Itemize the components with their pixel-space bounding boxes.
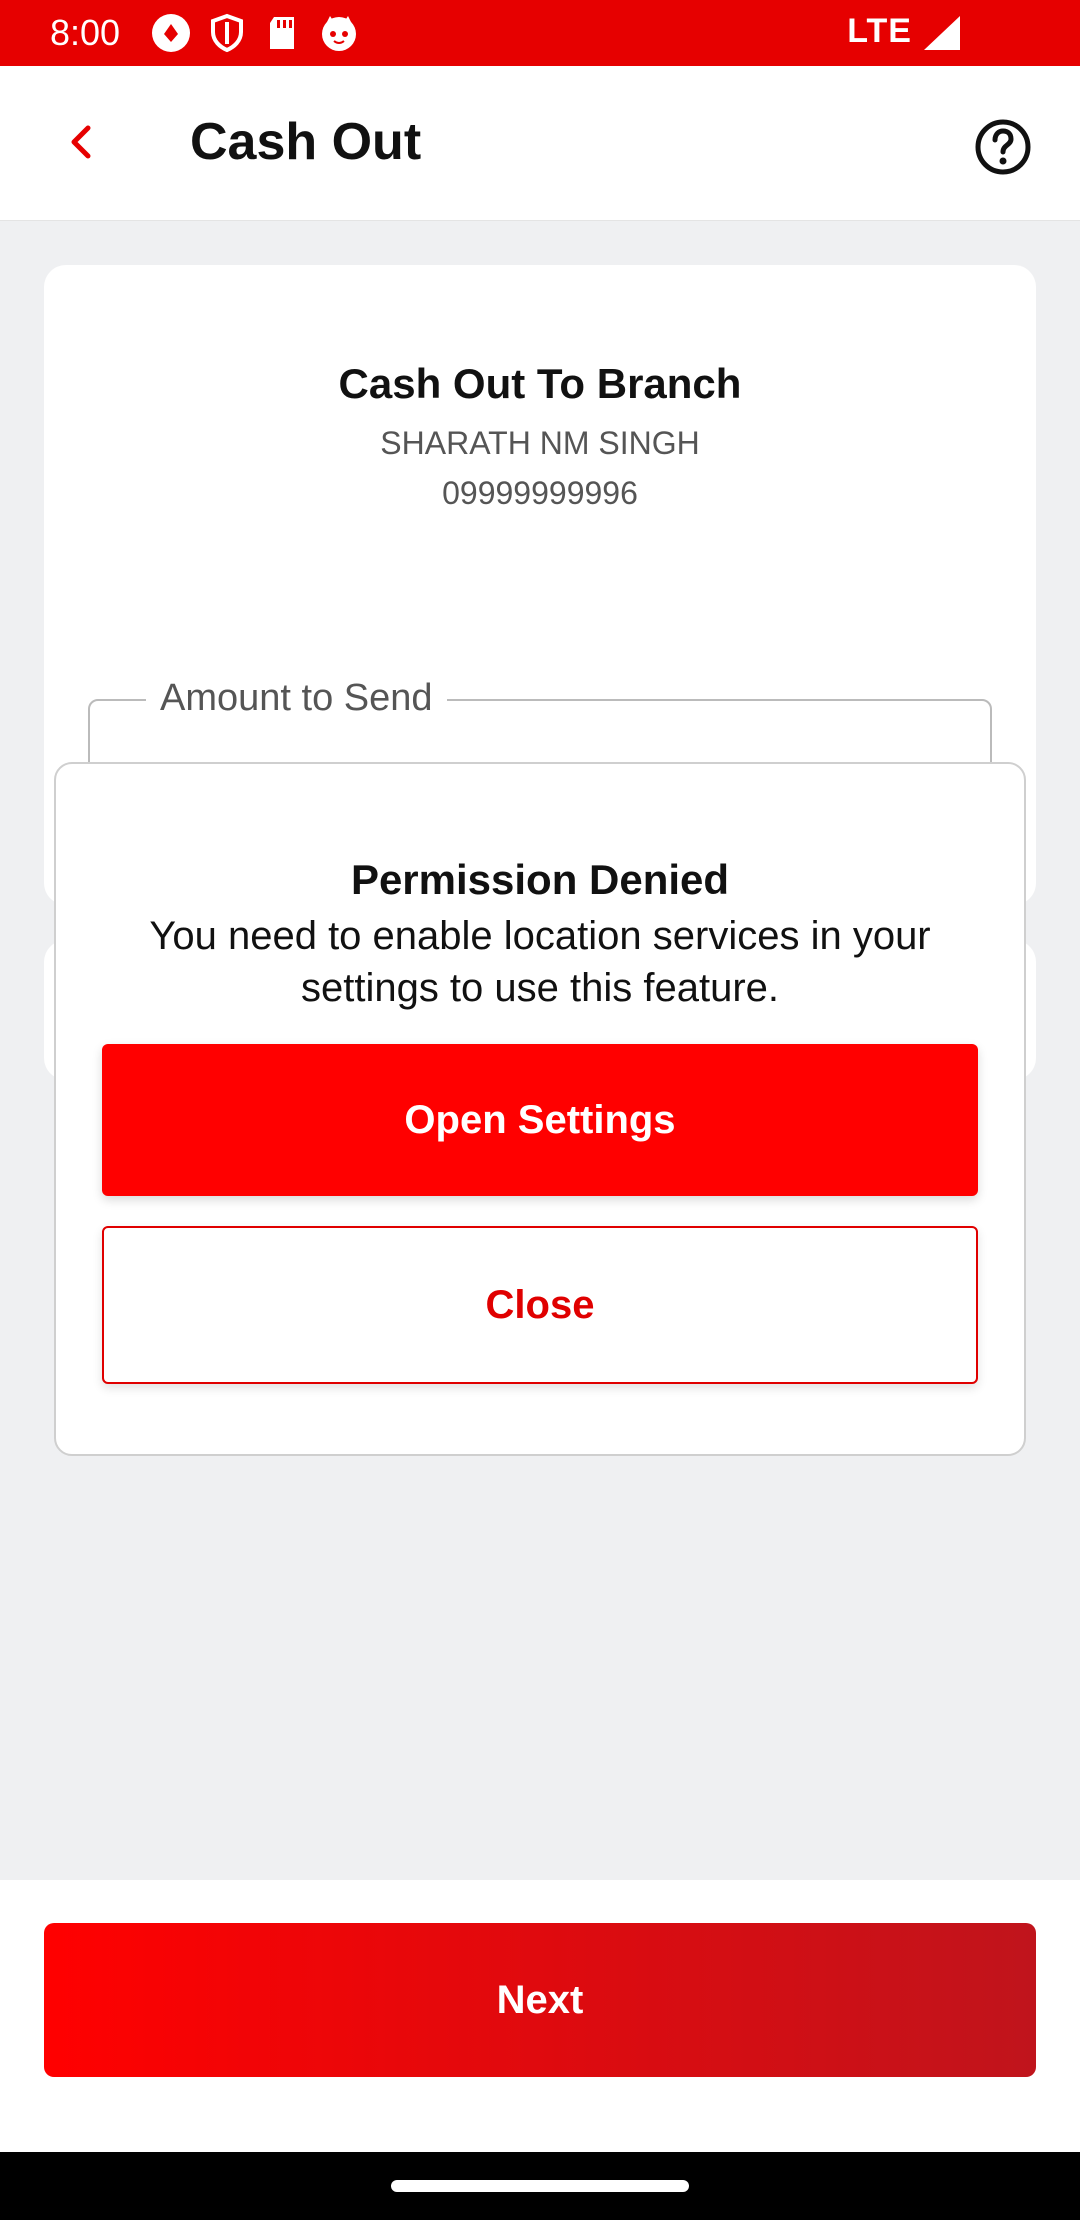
shield-icon <box>206 12 248 54</box>
amount-label: Amount to Send <box>146 677 447 720</box>
dialog-title: Permission Denied <box>350 856 730 903</box>
dialog-message: You need to enable location services in … <box>149 914 931 1010</box>
chevron-left-icon[interactable] <box>60 120 104 164</box>
network-type: LTE <box>847 12 912 50</box>
recipient-phone: 09999999996 <box>442 475 638 511</box>
signal-icon <box>924 16 962 55</box>
next-button[interactable]: Next <box>44 1923 1036 2077</box>
page-title: Cash Out <box>190 113 422 171</box>
app-notification-icon <box>150 12 192 54</box>
status-bar: 8:00 LTE <box>0 0 1080 66</box>
close-button[interactable]: Close <box>102 1226 978 1384</box>
sd-card-icon <box>262 12 304 54</box>
status-icons <box>150 12 360 54</box>
card-title: Cash Out To Branch <box>338 360 742 407</box>
cat-icon <box>318 12 360 54</box>
permission-dialog: Permission Denied You need to enable loc… <box>54 762 1026 1456</box>
open-settings-button[interactable]: Open Settings <box>102 1044 978 1196</box>
navigation-bar <box>0 2152 1080 2220</box>
recipient-name: SHARATH NM SINGH <box>380 425 700 461</box>
app-bar: Cash Out <box>0 66 1080 221</box>
home-handle[interactable] <box>391 2180 689 2192</box>
status-time: 8:00 <box>50 12 121 53</box>
help-circle-icon[interactable] <box>974 118 1032 176</box>
